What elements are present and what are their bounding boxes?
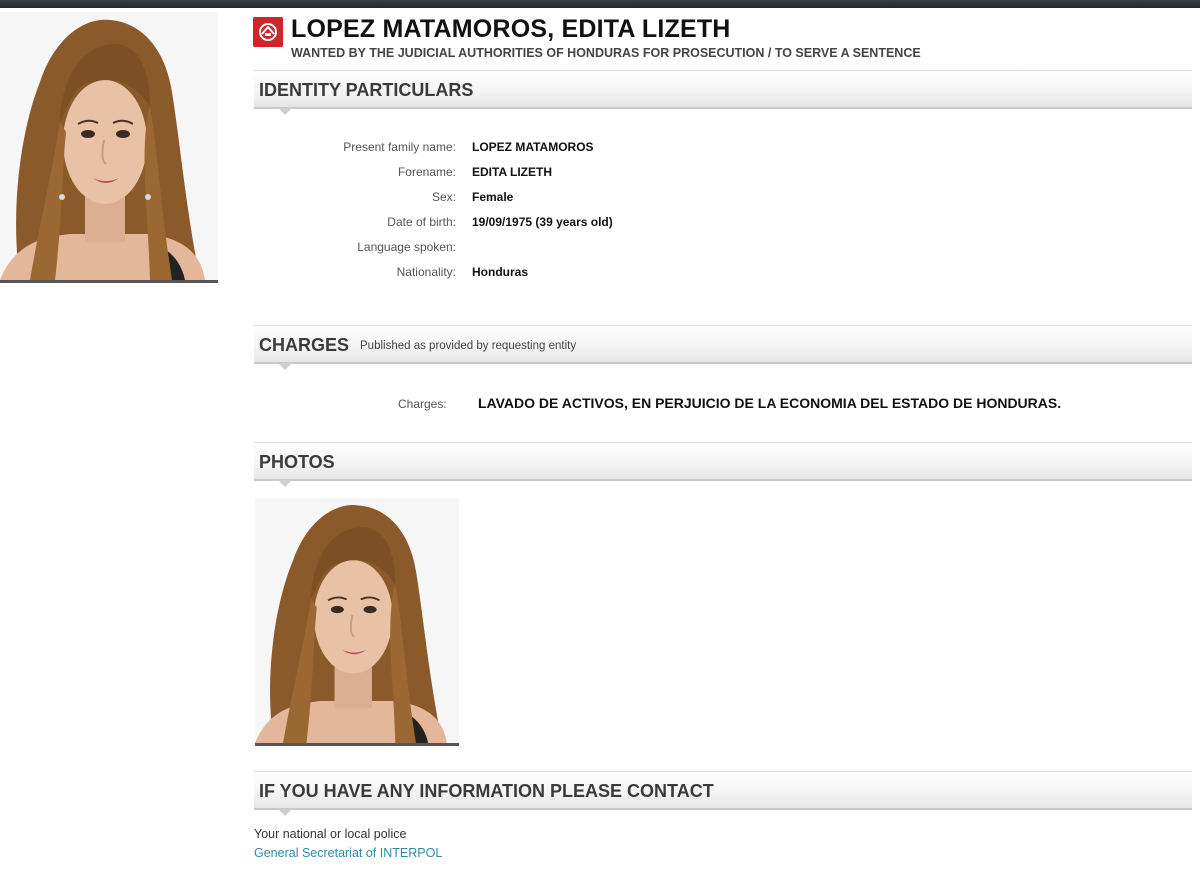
thumbnail-illustration (255, 498, 459, 743)
interpol-contact-link[interactable]: General Secretariat of INTERPOL (254, 846, 442, 860)
charges-section-title: CHARGES (259, 335, 350, 355)
wanted-person-name: LOPEZ MATAMOROS, EDITA LIZETH (291, 15, 731, 43)
family-name-label: Present family name: (343, 140, 456, 154)
main-portrait-photo[interactable] (0, 12, 218, 283)
contact-section-header: IF YOU HAVE ANY INFORMATION PLEASE CONTA… (254, 771, 1192, 816)
photo-thumbnail[interactable] (255, 498, 459, 746)
sex-label: Sex: (431, 190, 456, 204)
browser-top-bar (0, 0, 1200, 8)
contact-section-title: IF YOU HAVE ANY INFORMATION PLEASE CONTA… (259, 781, 714, 801)
charges-section-header: CHARGES Published as provided by request… (254, 325, 1192, 370)
date-of-birth-label: Date of birth: (387, 215, 456, 229)
photos-section-title: PHOTOS (259, 452, 335, 472)
portrait-illustration (0, 12, 218, 280)
photos-section-header: PHOTOS (254, 442, 1192, 487)
contact-police-text: Your national or local police (254, 827, 407, 841)
forename-value: EDITA LIZETH (472, 165, 552, 179)
date-of-birth-value: 19/09/1975 (39 years old) (472, 215, 613, 229)
nationality-label: Nationality: (396, 265, 456, 279)
red-notice-icon (253, 17, 283, 47)
charges-label: Charges: (398, 397, 447, 411)
nationality-value: Honduras (472, 265, 529, 279)
identity-section-header: IDENTITY PARTICULARS (254, 70, 1192, 115)
family-name-value: LOPEZ MATAMOROS (472, 140, 594, 154)
wanted-subtitle: WANTED BY THE JUDICIAL AUTHORITIES OF HO… (291, 46, 921, 60)
charges-value: LAVADO DE ACTIVOS, EN PERJUICIO DE LA EC… (478, 395, 1062, 411)
sex-value: Female (472, 190, 514, 204)
charges-section-note: Published as provided by requesting enti… (360, 340, 577, 352)
language-spoken-label: Language spoken: (357, 240, 456, 254)
forename-label: Forename: (397, 165, 456, 179)
identity-section-title: IDENTITY PARTICULARS (259, 80, 474, 100)
